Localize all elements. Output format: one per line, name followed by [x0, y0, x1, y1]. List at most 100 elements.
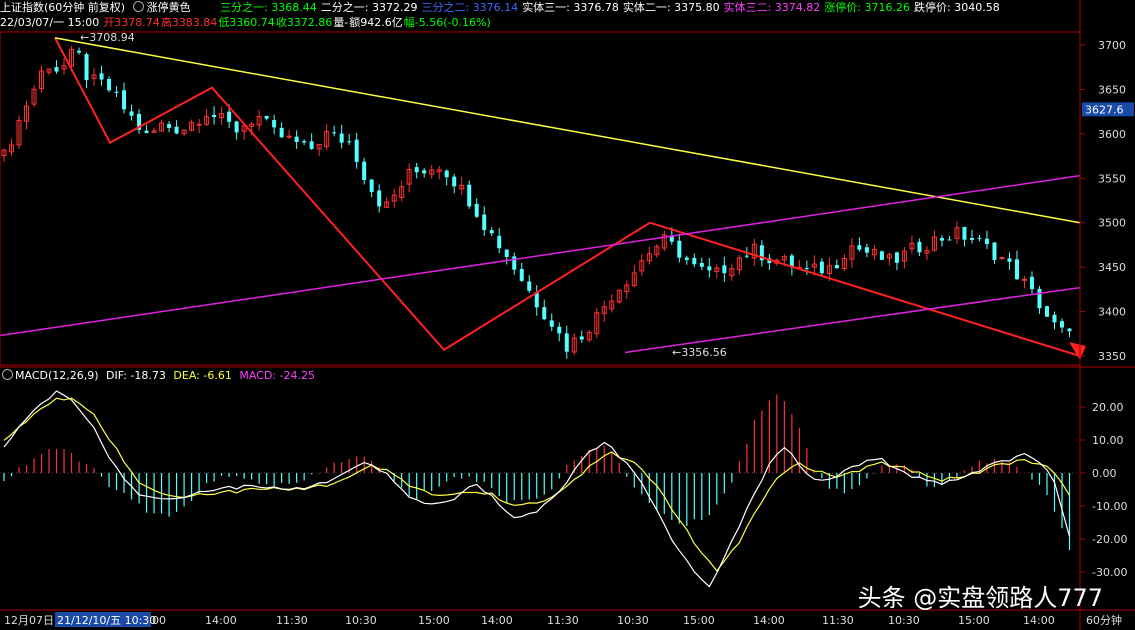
trend-line-red [54, 37, 1081, 357]
candle [736, 255, 742, 275]
candle [61, 58, 67, 75]
candle [384, 197, 390, 208]
candle-body [369, 179, 374, 192]
time-label: 11:30 [547, 614, 579, 627]
candle [849, 237, 855, 268]
macd-tick-label: 10.00 [1092, 434, 1124, 447]
candle-body [167, 124, 172, 128]
candle-body [422, 170, 427, 174]
candle [159, 119, 165, 132]
candle [519, 262, 524, 283]
candle-body [894, 252, 899, 263]
candle-body [474, 203, 479, 217]
candle-body [969, 238, 974, 240]
time-label: 15:00 [958, 614, 990, 627]
candle [542, 299, 547, 321]
trend-line-magenta [624, 286, 1081, 354]
candle-body [467, 184, 472, 207]
candle [947, 235, 952, 241]
candle-body [54, 67, 59, 72]
arrow-down-icon [1069, 342, 1086, 360]
macd-tick-label: -20.00 [1092, 533, 1127, 546]
candle-body [107, 78, 112, 91]
candle [1021, 275, 1027, 289]
candle [931, 230, 937, 252]
candle-body [1044, 306, 1049, 317]
candle [16, 115, 22, 149]
candle [332, 125, 337, 137]
price-tick-label: 3500 [1098, 217, 1126, 230]
candle [646, 246, 652, 265]
candle [512, 252, 517, 275]
candle [129, 104, 134, 121]
time-label: 00 [152, 614, 166, 627]
candle [601, 300, 607, 323]
candle [369, 178, 374, 198]
candle [534, 285, 539, 316]
candle-body [77, 50, 82, 53]
candle [564, 325, 569, 359]
candle [767, 253, 772, 271]
candle-body [377, 190, 382, 207]
candle-body [984, 238, 989, 244]
candle [969, 229, 974, 244]
candle [759, 240, 764, 267]
candle-body [707, 266, 712, 271]
candle [1037, 285, 1042, 314]
price-tick-label: 3450 [1098, 261, 1126, 274]
candle-body [482, 214, 487, 231]
macd-tick-label: 0.00 [1092, 467, 1117, 480]
candle [1067, 327, 1072, 338]
candle [107, 76, 112, 93]
candle [489, 227, 494, 236]
candle-body [834, 265, 839, 269]
candle [549, 313, 554, 332]
time-label: 15:00 [418, 614, 450, 627]
candle-body [939, 238, 944, 241]
candle [219, 106, 225, 125]
candle [841, 254, 847, 272]
candle [256, 109, 262, 131]
chart-canvas[interactable]: 3700 3650 3600 3550 3500 3450 3400 3350 3627.6 20… [0, 0, 1135, 630]
candle [722, 256, 727, 282]
candle-body [354, 139, 359, 162]
time-label: 14:00 [753, 614, 785, 627]
candle-body [497, 235, 502, 249]
candle [684, 255, 689, 265]
candle [181, 129, 187, 137]
candle-body [1067, 328, 1072, 332]
candle [909, 235, 915, 254]
candle-body [272, 120, 277, 128]
candle [654, 243, 660, 258]
price-tick-label: 3550 [1098, 172, 1126, 185]
candle-body [864, 247, 869, 253]
candle [391, 188, 397, 208]
candle [834, 259, 839, 269]
candle [699, 257, 704, 270]
time-label: 10:30 [617, 614, 649, 627]
watermark: 头条 @实盘领路人777 [857, 584, 1103, 612]
candle-body [692, 257, 697, 265]
candle [114, 86, 119, 98]
candle-body [286, 135, 292, 138]
candle-body [999, 256, 1005, 259]
candle [692, 253, 697, 268]
candle-body [917, 241, 922, 253]
candle [399, 180, 405, 202]
candle-body [579, 336, 584, 340]
candle-body [452, 176, 457, 187]
candle [422, 168, 427, 178]
chart-window[interactable]: 上证指数(60分钟 前复权) 涨停黄色 三分之一: 3368.44 二分之一: 3… [0, 0, 1135, 630]
candle-body [722, 265, 727, 274]
candle-body [129, 111, 134, 116]
candle-body [212, 114, 217, 118]
candle [294, 130, 299, 149]
candle [497, 227, 502, 254]
candle [864, 243, 869, 258]
candle [189, 119, 195, 132]
candle [91, 68, 97, 86]
candle [857, 237, 862, 252]
candle [586, 330, 592, 343]
time-label: 10:30 [888, 614, 920, 627]
candle [714, 264, 720, 279]
